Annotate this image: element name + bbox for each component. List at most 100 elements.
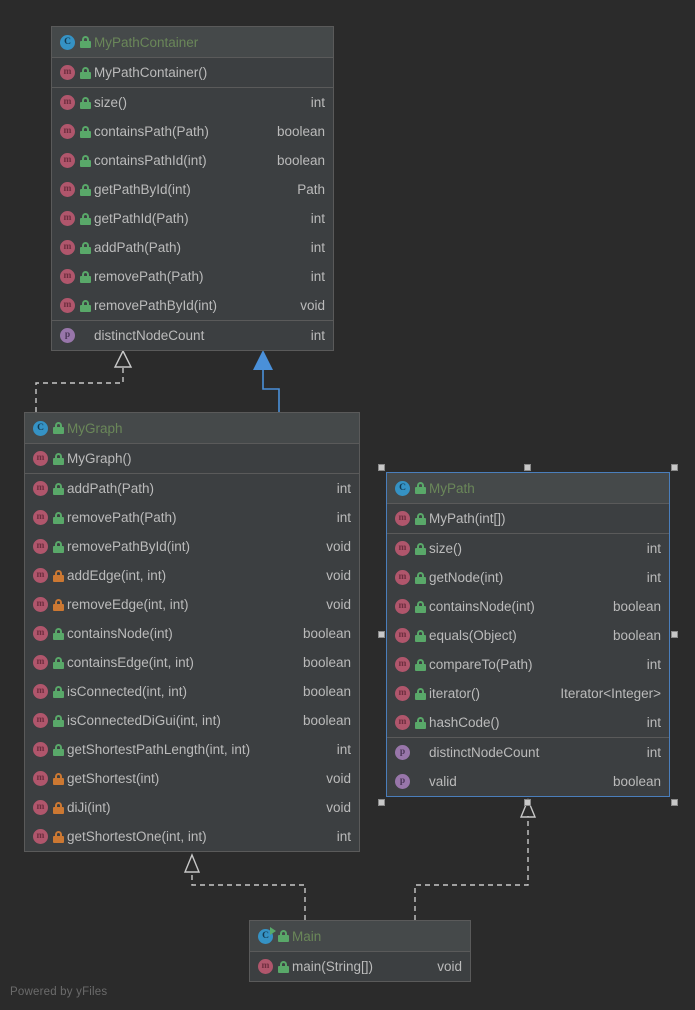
member-row[interactable]: m equals(Object) boolean [387, 621, 669, 650]
protected-lock-icon [53, 569, 64, 582]
member-row[interactable]: m getPathId(Path) int [52, 204, 333, 233]
method-icon: m [60, 153, 75, 168]
method-icon: m [33, 510, 48, 525]
selection-handle-top-center[interactable] [524, 464, 531, 471]
member-row[interactable]: m MyPath(int[]) [387, 504, 669, 533]
public-lock-icon [80, 125, 91, 138]
member-return-type: int [310, 211, 325, 226]
member-row[interactable]: m containsPath(Path) boolean [52, 117, 333, 146]
public-lock-icon [80, 96, 91, 109]
public-lock-icon [278, 960, 289, 973]
class-name: MyGraph [67, 420, 123, 436]
class-header[interactable]: C MyPathContainer [52, 27, 333, 58]
member-row[interactable]: m getShortest(int) void [25, 764, 359, 793]
class-icon: C [33, 420, 48, 436]
member-return-type: void [326, 568, 351, 583]
member-row[interactable]: m getPathById(int) Path [52, 175, 333, 204]
class-header[interactable]: C Main [250, 921, 470, 952]
member-return-type: void [326, 800, 351, 815]
member-name: containsNode(int) [429, 599, 535, 614]
member-row[interactable]: m main(String[]) void [250, 952, 470, 981]
member-row[interactable]: p distinctNodeCount int [52, 321, 333, 350]
member-name: getPathById(int) [94, 182, 191, 197]
member-return-type: boolean [612, 628, 661, 643]
member-row[interactable]: m diJi(int) void [25, 793, 359, 822]
member-name: containsEdge(int, int) [67, 655, 194, 670]
member-row[interactable]: m containsNode(int) boolean [387, 592, 669, 621]
member-row[interactable]: m removePath(Path) int [52, 262, 333, 291]
member-name: containsPathId(int) [94, 153, 207, 168]
member-row[interactable]: m containsEdge(int, int) boolean [25, 648, 359, 677]
method-icon: m [60, 269, 75, 284]
member-row[interactable]: m removePathById(int) void [25, 532, 359, 561]
selection-handle-bottom-center[interactable] [524, 799, 531, 806]
member-name: addPath(Path) [94, 240, 182, 255]
uml-class-main[interactable]: C Main m main(String[]) void [249, 920, 471, 982]
public-lock-icon [80, 154, 91, 167]
method-icon: m [33, 626, 48, 641]
class-header[interactable]: C MyPath [387, 473, 669, 504]
uml-class-mypath[interactable]: C MyPath m MyPath(int[]) m size() int m getN… [386, 472, 670, 797]
member-row[interactable]: m isConnected(int, int) boolean [25, 677, 359, 706]
member-row[interactable]: m containsPathId(int) boolean [52, 146, 333, 175]
member-row[interactable]: m hashCode() int [387, 708, 669, 737]
public-lock-icon [415, 542, 426, 555]
member-name: size() [429, 541, 462, 556]
selection-handle-top-right[interactable] [671, 464, 678, 471]
member-row[interactable]: m MyPathContainer() [52, 58, 333, 87]
member-row[interactable]: m addPath(Path) int [25, 474, 359, 503]
member-row[interactable]: m getShortestPathLength(int, int) int [25, 735, 359, 764]
member-row[interactable]: m containsNode(int) boolean [25, 619, 359, 648]
method-icon: m [33, 597, 48, 612]
member-name: distinctNodeCount [429, 745, 540, 760]
selection-handle-bottom-left[interactable] [378, 799, 385, 806]
uml-class-mygraph[interactable]: C MyGraph m MyGraph() m addPath(Path) int m… [24, 412, 360, 852]
uml-class-mypathcontainer[interactable]: C MyPathContainer m MyPathContainer() m s… [51, 26, 334, 351]
member-row[interactable]: p valid boolean [387, 767, 669, 796]
selection-handle-top-left[interactable] [378, 464, 385, 471]
method-icon: m [33, 742, 48, 757]
member-row[interactable]: m addPath(Path) int [52, 233, 333, 262]
public-lock-icon [415, 482, 426, 494]
member-return-type: void [300, 298, 325, 313]
method-icon: m [60, 65, 75, 80]
member-name: getPathId(Path) [94, 211, 189, 226]
diagram-canvas[interactable]: C MyPathContainer m MyPathContainer() m s… [0, 0, 695, 1010]
class-header[interactable]: C MyGraph [25, 413, 359, 444]
public-lock-icon [53, 656, 64, 669]
property-icon: p [395, 745, 410, 760]
member-row[interactable]: m compareTo(Path) int [387, 650, 669, 679]
public-lock-icon [415, 600, 426, 613]
member-row[interactable]: m iterator() Iterator<Integer> [387, 679, 669, 708]
member-row[interactable]: p distinctNodeCount int [387, 738, 669, 767]
member-row[interactable]: m isConnectedDiGui(int, int) boolean [25, 706, 359, 735]
member-return-type: int [310, 95, 325, 110]
public-lock-icon [415, 687, 426, 700]
member-name: addEdge(int, int) [67, 568, 167, 583]
member-row[interactable]: m getNode(int) int [387, 563, 669, 592]
member-return-type: int [646, 541, 661, 556]
member-return-type: int [336, 742, 351, 757]
member-return-type: int [310, 240, 325, 255]
member-row[interactable]: m removePath(Path) int [25, 503, 359, 532]
member-name: removeEdge(int, int) [67, 597, 189, 612]
selection-handle-middle-right[interactable] [671, 631, 678, 638]
member-row[interactable]: m size() int [387, 534, 669, 563]
member-row[interactable]: m removeEdge(int, int) void [25, 590, 359, 619]
member-row[interactable]: m getShortestOne(int, int) int [25, 822, 359, 851]
member-row[interactable]: m addEdge(int, int) void [25, 561, 359, 590]
public-lock-icon [53, 714, 64, 727]
selection-handle-bottom-right[interactable] [671, 799, 678, 806]
selection-handle-middle-left[interactable] [378, 631, 385, 638]
member-return-type: int [646, 745, 661, 760]
protected-lock-icon [53, 772, 64, 785]
member-return-type: int [336, 829, 351, 844]
member-row[interactable]: m size() int [52, 88, 333, 117]
member-return-type: boolean [302, 713, 351, 728]
member-row[interactable]: m MyGraph() [25, 444, 359, 473]
protected-lock-icon [53, 830, 64, 843]
member-row[interactable]: m removePathById(int) void [52, 291, 333, 320]
method-icon: m [33, 481, 48, 496]
member-return-type: Path [297, 182, 325, 197]
method-icon: m [33, 684, 48, 699]
